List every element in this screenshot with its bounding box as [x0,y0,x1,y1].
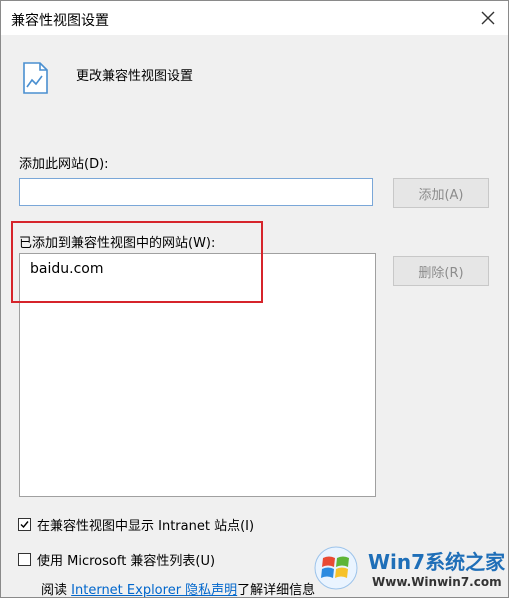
add-site-label: 添加此网站(D): [19,157,109,172]
checkmark-icon [20,521,29,529]
header-text: 更改兼容性视图设置 [76,69,194,84]
compat-view-dialog: 兼容性视图设置 更改兼容性视图设置 添加此网站(D): 添加(A) 已添加到兼容… [0,0,509,598]
close-icon [481,11,495,25]
privacy-info: 阅读 Internet Explorer 隐私声明了解详细信息 [41,579,315,598]
microsoft-list-option[interactable]: 使用 Microsoft 兼容性列表(U) [18,550,215,569]
list-item[interactable]: baidu.com [30,261,103,277]
privacy-link[interactable]: Internet Explorer 隐私声明 [71,583,237,598]
title-bar: 兼容性视图设置 [1,1,508,35]
info-prefix: 阅读 [41,583,68,598]
added-sites-list[interactable]: baidu.com [19,253,376,497]
intranet-label: 在兼容性视图中显示 Intranet 站点(I) [37,519,255,534]
info-suffix: 了解详细信息 [237,583,316,598]
add-button[interactable]: 添加(A) [393,178,489,208]
microsoft-list-checkbox[interactable] [18,553,31,566]
intranet-checkbox[interactable] [18,518,31,531]
add-site-input[interactable] [19,178,373,206]
dialog-title: 兼容性视图设置 [11,13,109,29]
microsoft-list-label: 使用 Microsoft 兼容性列表(U) [37,554,216,569]
remove-button[interactable]: 删除(R) [393,256,489,286]
added-sites-label: 已添加到兼容性视图中的网站(W): [19,236,216,251]
close-button[interactable] [474,5,502,31]
page-icon [23,62,48,94]
intranet-option[interactable]: 在兼容性视图中显示 Intranet 站点(I) [18,515,254,534]
